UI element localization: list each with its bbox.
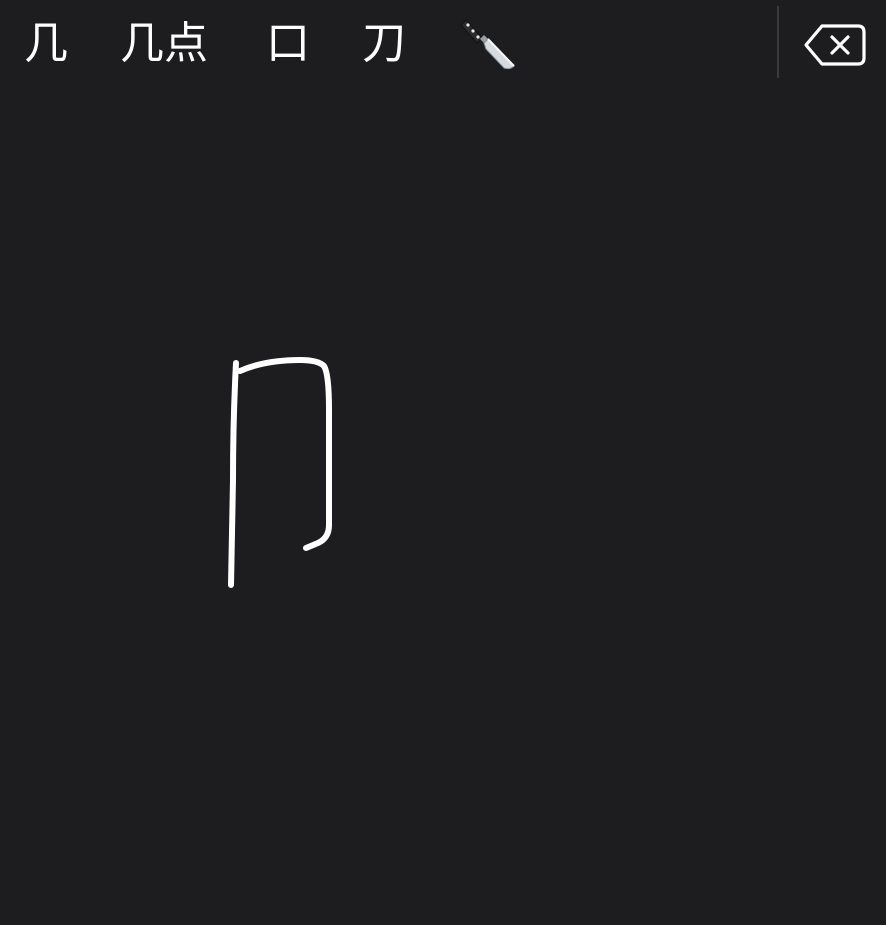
stroke-left-vertical: [228, 360, 239, 588]
candidate-dao[interactable]: 刀: [362, 14, 406, 74]
candidate-bar: 几 几点 口 刀: [0, 0, 886, 88]
handwriting-canvas[interactable]: [0, 88, 886, 925]
backspace-icon: [804, 24, 866, 66]
delete-key[interactable]: [800, 16, 870, 74]
candidate-kou[interactable]: 口: [266, 14, 310, 74]
divider: [777, 6, 779, 78]
candidate-knife-emoji[interactable]: [460, 16, 516, 72]
candidate-jidian[interactable]: 几点: [120, 14, 208, 74]
kitchen-knife-emoji-icon: [460, 19, 515, 70]
stroke-hook: [237, 357, 332, 551]
handwriting-strokes: [228, 357, 332, 588]
candidate-ji[interactable]: 几: [24, 14, 68, 74]
